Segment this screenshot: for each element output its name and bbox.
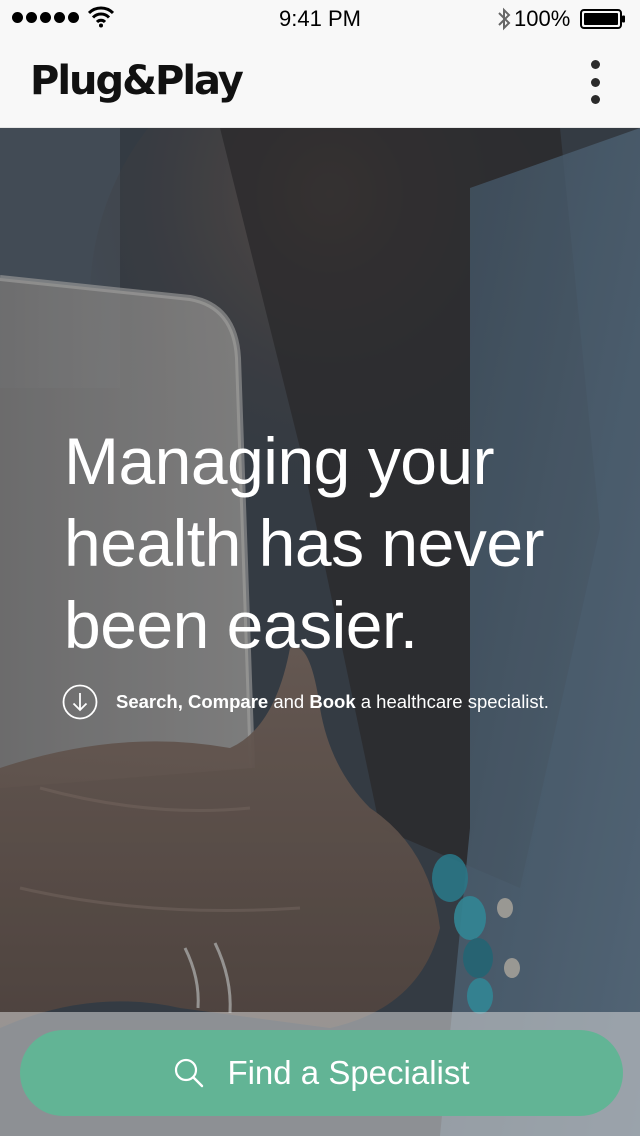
tagline-search: Search, [116, 691, 183, 712]
nav-bar: Plug&Play [0, 40, 640, 128]
tagline-compare: Compare [188, 691, 269, 712]
status-bar: 9:41 PM 100% [0, 0, 640, 40]
battery-percent: 100% [514, 6, 571, 31]
tagline-text: Search, Compare and Book a healthcare sp… [116, 691, 549, 713]
tagline-book: Book [309, 691, 356, 712]
search-icon [175, 1058, 204, 1088]
kebab-menu-icon[interactable] [582, 60, 608, 104]
bottom-bar: Find a Specialist [0, 1012, 640, 1136]
bluetooth-icon [498, 7, 511, 31]
tagline-rest: a healthcare specialist. [360, 691, 549, 712]
battery-icon [580, 9, 625, 29]
find-specialist-button[interactable]: Find a Specialist [20, 1030, 623, 1116]
find-specialist-label: Find a Specialist [227, 1054, 470, 1091]
hero-headline: Managing your health has never been easi… [64, 424, 545, 662]
brand-logo[interactable]: Plug&Play [30, 58, 244, 104]
tagline-and: and [273, 691, 305, 712]
arrow-down-circle-icon[interactable] [62, 684, 98, 720]
hero-tagline: Search, Compare and Book a healthcare sp… [62, 684, 549, 720]
hero-section: Managing your health has never been easi… [0, 128, 640, 1136]
